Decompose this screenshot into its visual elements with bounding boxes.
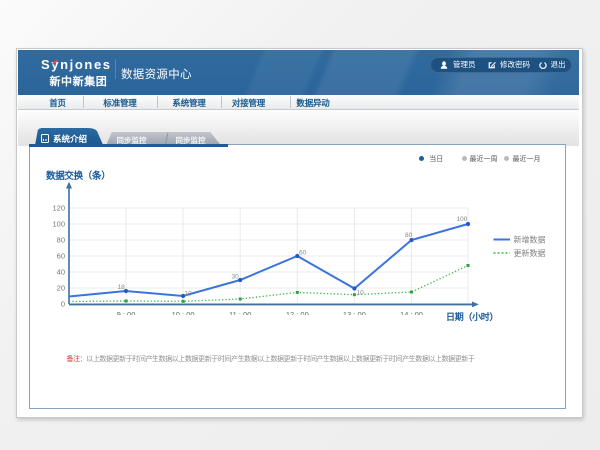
svg-text:18: 18 xyxy=(118,284,126,291)
svg-text:60: 60 xyxy=(57,252,65,261)
svg-text:11 : 00: 11 : 00 xyxy=(229,310,251,315)
svg-text:10: 10 xyxy=(357,290,365,297)
svg-text:40: 40 xyxy=(57,268,65,277)
svg-text:60: 60 xyxy=(299,250,307,257)
svg-text:120: 120 xyxy=(52,204,65,213)
svg-text:20: 20 xyxy=(57,284,65,293)
svg-text:100: 100 xyxy=(52,220,65,229)
svg-text:80: 80 xyxy=(57,236,65,245)
svg-text:新增数据: 新增数据 xyxy=(514,235,546,245)
svg-text:30: 30 xyxy=(232,274,240,281)
svg-text:12 : 00: 12 : 00 xyxy=(286,310,309,315)
svg-text:14 : 00: 14 : 00 xyxy=(400,310,423,315)
svg-text:10: 10 xyxy=(185,291,193,298)
svg-text:10 : 00: 10 : 00 xyxy=(172,310,195,315)
svg-text:更新数据: 更新数据 xyxy=(514,248,546,258)
svg-text:13 : 00: 13 : 00 xyxy=(343,310,366,315)
svg-text:80: 80 xyxy=(405,232,413,239)
svg-text:100: 100 xyxy=(457,216,468,223)
svg-text:9 : 00: 9 : 00 xyxy=(117,310,136,315)
svg-text:0: 0 xyxy=(61,300,65,309)
